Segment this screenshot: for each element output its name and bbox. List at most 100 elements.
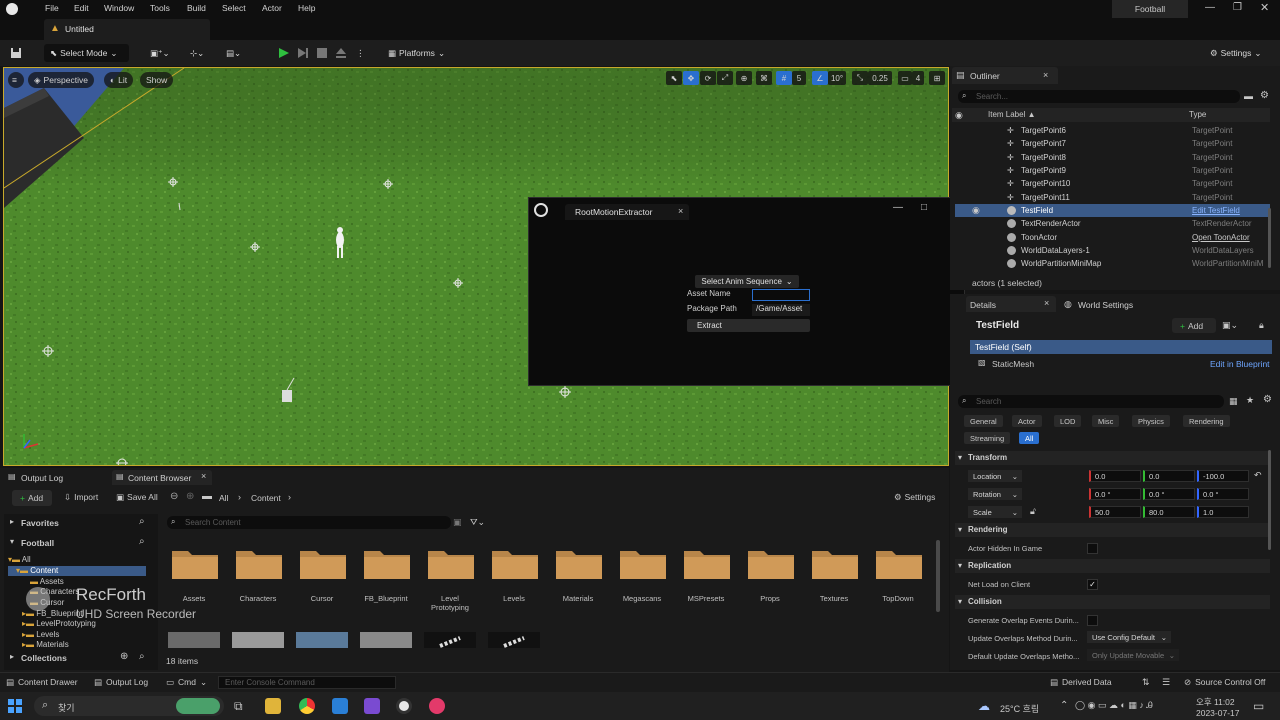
menu-help[interactable]: Help bbox=[298, 3, 315, 13]
breadcrumb-all[interactable]: All bbox=[219, 493, 228, 503]
outliner-row-selected[interactable]: ◉ TestField Edit TestField bbox=[955, 204, 1270, 217]
tree-item-content[interactable]: ▾▬ Content bbox=[8, 566, 146, 576]
collision-section-header[interactable]: ▾ Collision bbox=[955, 595, 1270, 609]
generate-overlap-checkbox[interactable] bbox=[1087, 615, 1098, 626]
type-column[interactable]: Type bbox=[1189, 110, 1206, 119]
star-icon[interactable]: ★ bbox=[1246, 395, 1254, 406]
perspective-button[interactable]: ◈ Perspective bbox=[28, 72, 94, 88]
content-browser-tab[interactable]: ▤ Content Browser × bbox=[112, 470, 212, 485]
tree-item-levels[interactable]: ▸▬ Levels bbox=[22, 630, 59, 639]
scale-z-input[interactable]: 1.0 bbox=[1197, 506, 1249, 518]
vscode-icon[interactable] bbox=[332, 698, 348, 714]
category-misc[interactable]: Misc bbox=[1092, 415, 1120, 427]
scale-x-input[interactable]: 50.0 bbox=[1089, 506, 1141, 518]
asset-thumbnail[interactable] bbox=[168, 632, 220, 648]
outliner-search-input[interactable]: ⌕ Search... bbox=[958, 90, 1240, 103]
collections-header[interactable]: ▸ Collections ⊕ ⌕ bbox=[6, 651, 156, 665]
content-scrollbar[interactable] bbox=[936, 540, 940, 612]
unreal-logo-icon[interactable] bbox=[6, 3, 18, 15]
clock-time[interactable]: 오후 11:02 bbox=[1196, 696, 1235, 708]
reset-icon[interactable]: ↶ bbox=[1254, 470, 1262, 481]
task-view-icon[interactable]: ⧉ bbox=[234, 699, 243, 714]
tray-icons[interactable]: ◯ ◉ ▭ ☁ ◐ ▦ ♪ Ꭿ bbox=[1075, 700, 1153, 711]
level-tab[interactable]: ▲ Untitled bbox=[44, 19, 210, 40]
maximize-viewport-icon[interactable]: ⊞ bbox=[929, 71, 945, 85]
tree-item-materials[interactable]: ▸▬ Materials bbox=[22, 640, 69, 648]
asset-thumbnail[interactable] bbox=[360, 632, 412, 648]
rotation-snap-icon[interactable]: ∠ bbox=[812, 71, 828, 85]
toolbar-settings-button[interactable]: ⚙ Settings ⌄ bbox=[1210, 44, 1261, 62]
menu-select[interactable]: Select bbox=[222, 3, 246, 13]
location-z-input[interactable]: -100.0 bbox=[1197, 470, 1249, 482]
scale-snap-icon[interactable]: ⤡ bbox=[852, 71, 868, 85]
location-dropdown[interactable]: Location ⌄ bbox=[968, 470, 1022, 482]
table-view-icon[interactable]: ▦ bbox=[1229, 396, 1238, 407]
outliner-row[interactable]: TextRenderActor TextRenderActor bbox=[955, 217, 1270, 230]
static-mesh-row[interactable]: ▧ StaticMesh Edit in Blueprint bbox=[970, 356, 1272, 370]
row-type-link[interactable]: Open ToonActor bbox=[1192, 233, 1264, 242]
blueprint-icon[interactable]: ⊹⌄ bbox=[190, 44, 204, 62]
visual-studio-icon[interactable] bbox=[364, 698, 380, 714]
outliner-row[interactable]: ✛ TargetPoint9 TargetPoint bbox=[955, 164, 1270, 177]
console-command-input[interactable]: Enter Console Command bbox=[218, 676, 396, 689]
menu-window[interactable]: Window bbox=[104, 3, 134, 13]
gear-icon[interactable]: ⚙ bbox=[1260, 90, 1269, 101]
edit-in-blueprint-link[interactable]: Edit in Blueprint bbox=[1210, 359, 1270, 369]
asset-thumbnail[interactable] bbox=[488, 632, 540, 648]
gear-icon[interactable]: ⚙ bbox=[1263, 394, 1272, 405]
taskbar-search[interactable]: ⌕ 찾기 bbox=[34, 696, 224, 716]
tree-item-all[interactable]: ▾▬ All bbox=[8, 555, 148, 565]
derived-data-button[interactable]: ▤ Derived Data bbox=[1050, 677, 1112, 688]
menu-edit[interactable]: Edit bbox=[74, 3, 89, 13]
filter-icon[interactable]: ⛛⌄ bbox=[470, 517, 485, 528]
search-icon[interactable]: ⌕ bbox=[139, 651, 145, 662]
folder-icon[interactable] bbox=[746, 545, 796, 581]
asset-thumbnail[interactable] bbox=[232, 632, 284, 648]
outliner-row[interactable]: ✛ TargetPoint11 TargetPoint bbox=[955, 191, 1270, 204]
details-tab[interactable]: Details × bbox=[966, 296, 1056, 312]
outliner-row[interactable]: WorldDataLayers-1 WorldDataLayers bbox=[955, 244, 1270, 257]
play-icon[interactable] bbox=[278, 44, 290, 62]
world-local-icon[interactable]: ⊕ bbox=[736, 71, 752, 85]
rotate-tool-icon[interactable]: ⟳ bbox=[700, 71, 716, 85]
add-folder-icon[interactable]: ▬ bbox=[1244, 91, 1253, 101]
tray-expand-icon[interactable]: ⌃ bbox=[1060, 700, 1068, 711]
unreal-engine-icon[interactable] bbox=[396, 698, 412, 714]
platforms-button[interactable]: ▦ Platforms ⌄ bbox=[388, 44, 445, 62]
select-mode-dropdown[interactable]: ⬉ Select Mode ⌄ bbox=[44, 44, 129, 62]
world-settings-tab[interactable]: ◍ World Settings bbox=[1062, 296, 1162, 312]
outliner-row[interactable]: ToonActor Open ToonActor bbox=[955, 231, 1270, 244]
category-lod[interactable]: LOD bbox=[1054, 415, 1082, 427]
extract-button[interactable]: Extract bbox=[687, 319, 810, 332]
translate-tool-icon[interactable]: ✥ bbox=[683, 71, 699, 85]
maximize-icon[interactable]: □ bbox=[921, 202, 927, 213]
folder-icon[interactable] bbox=[810, 545, 860, 581]
content-settings-button[interactable]: ⚙ Settings bbox=[894, 492, 935, 503]
file-explorer-icon[interactable] bbox=[265, 698, 281, 714]
folder-icon[interactable] bbox=[426, 545, 476, 581]
rotation-dropdown[interactable]: Rotation ⌄ bbox=[968, 488, 1022, 500]
weather-text[interactable]: 25°C 흐림 bbox=[1000, 702, 1039, 715]
scale-tool-icon[interactable]: ⤢ bbox=[717, 71, 733, 85]
lock-icon[interactable]: 🔒︎ bbox=[1259, 320, 1264, 331]
chrome-icon[interactable] bbox=[299, 698, 315, 714]
scale-dropdown[interactable]: Scale ⌄ bbox=[968, 506, 1022, 518]
item-label-column[interactable]: Item Label ▲ bbox=[988, 110, 1036, 119]
search-icon[interactable]: ⌕ bbox=[139, 516, 145, 527]
add-button[interactable]: + Add bbox=[12, 490, 52, 506]
output-log-tab[interactable]: ▤ Output Log bbox=[4, 470, 108, 485]
blueprint-options-icon[interactable]: ▣⌄ bbox=[1222, 320, 1238, 331]
menu-build[interactable]: Build bbox=[187, 3, 206, 13]
sync-icon[interactable]: ⇅ bbox=[1142, 677, 1150, 688]
cmd-dropdown[interactable]: ▭ Cmd ⌄ bbox=[166, 677, 207, 688]
outliner-scrollbar[interactable] bbox=[1268, 208, 1271, 268]
save-icon[interactable] bbox=[10, 44, 22, 62]
folder-icon[interactable] bbox=[554, 545, 604, 581]
menu-file[interactable]: File bbox=[45, 3, 59, 13]
update-overlap-dropdown[interactable]: Use Config Default ⌄ bbox=[1087, 631, 1171, 643]
rotation-snap-value[interactable]: 10° bbox=[828, 71, 846, 85]
outliner-row[interactable]: ✛ TargetPoint8 TargetPoint bbox=[955, 151, 1270, 164]
save-search-icon[interactable]: ▣ bbox=[453, 517, 462, 528]
forward-icon[interactable]: ⊕ bbox=[186, 491, 194, 502]
favorites-header[interactable]: ▸ Favorites ⌕ bbox=[6, 516, 156, 530]
